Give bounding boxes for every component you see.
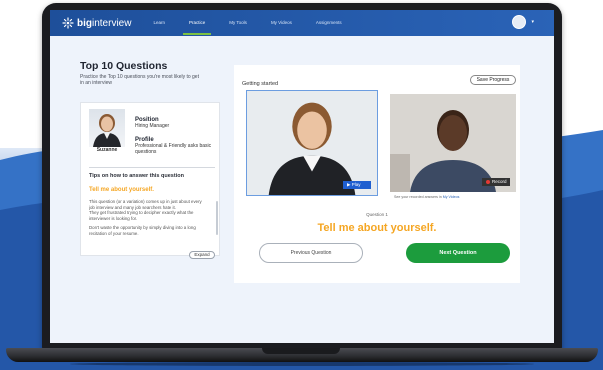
top-nav: big interview Learn Practice My Tools My … <box>50 10 554 36</box>
tips-heading: Tips on how to answer this question <box>89 167 215 179</box>
my-videos-link[interactable]: My Videos <box>443 195 460 199</box>
interviewer-photo <box>89 109 125 147</box>
app-screen: big interview Learn Practice My Tools My … <box>50 10 554 343</box>
logo-text-light: interview <box>92 17 132 29</box>
position-block: Position Hiring Manager <box>135 117 215 129</box>
brand-logo[interactable]: big interview <box>62 17 131 29</box>
play-label: Play <box>351 182 361 187</box>
profile-value: Professional & Friendly asks basic quest… <box>135 143 212 155</box>
practice-panel: Getting started Save Progress ▶ Play Rec… <box>234 65 520 283</box>
expand-button[interactable]: Expand <box>189 251 215 259</box>
tips-section: Tips on how to answer this question Tell… <box>89 167 215 241</box>
interviewer-portrait <box>93 114 121 147</box>
interviewer-name: Suzanne <box>96 147 118 153</box>
question-text: Tell me about yourself. <box>317 222 437 234</box>
record-button[interactable]: Record <box>482 178 510 186</box>
tips-paragraph: This question (or a variation) comes up … <box>89 199 202 210</box>
interviewer-video-frame <box>247 91 377 195</box>
page-intro: Practice the Top 10 questions you're mos… <box>80 74 199 87</box>
user-avatar[interactable] <box>512 15 526 29</box>
position-value: Hiring Manager <box>135 123 170 129</box>
profile-block: Profile Professional & Friendly asks bas… <box>135 137 215 155</box>
nav-practice[interactable]: Practice <box>182 10 212 36</box>
tips-paragraph: Don't waste the opportunity by simply di… <box>89 225 196 236</box>
tips-question: Tell me about yourself. <box>89 187 154 193</box>
save-progress-button[interactable]: Save Progress <box>470 75 516 85</box>
tips-body: This question (or a variation) comes up … <box>89 199 207 241</box>
laptop-notch <box>262 348 340 354</box>
logo-text-bold: big <box>77 17 92 29</box>
recorded-note: See your recorded answers in My Videos <box>394 195 459 199</box>
question-number: Question 1 <box>366 212 388 217</box>
next-question-button[interactable]: Next Question <box>406 243 510 263</box>
interviewer-video[interactable]: ▶ Play <box>246 90 378 196</box>
interviewer-card: Suzanne Position Hiring Manager Profile … <box>80 102 220 259</box>
session-status: Getting started <box>242 81 279 87</box>
nav-my-videos[interactable]: My Videos <box>271 10 292 36</box>
recorded-note-text: See your recorded answers in <box>394 195 442 199</box>
left-column: Top 10 Questions Practice the Top 10 que… <box>80 60 230 86</box>
sunburst-logo-icon <box>62 17 74 29</box>
tips-paragraph: They get frustrated trying to decipher e… <box>89 210 194 221</box>
laptop-shadow <box>70 362 534 366</box>
previous-question-button[interactable]: Previous Question <box>259 243 363 263</box>
nav-learn[interactable]: Learn <box>153 10 165 36</box>
chevron-down-icon[interactable]: ▾ <box>531 19 534 25</box>
webcam-preview[interactable]: Record <box>390 94 516 192</box>
play-button[interactable]: ▶ Play <box>343 181 371 189</box>
page-title: Top 10 Questions <box>80 60 168 72</box>
tips-scrollbar[interactable] <box>216 201 218 235</box>
nav-assignments[interactable]: Assignments <box>316 10 342 36</box>
nav-my-tools[interactable]: My Tools <box>229 10 247 36</box>
